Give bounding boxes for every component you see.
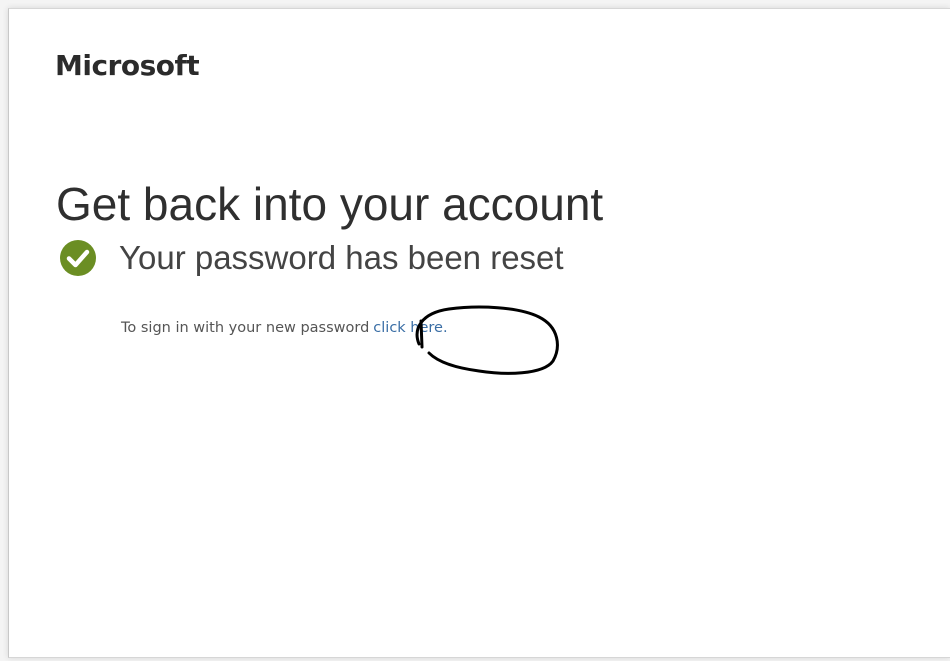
status-text: Your password has been reset bbox=[119, 239, 564, 276]
sign-in-instruction: To sign in with your new password click h… bbox=[121, 320, 448, 336]
hand-drawn-circle-annotation bbox=[415, 305, 559, 375]
page-title: Get back into your account bbox=[56, 178, 604, 230]
instruction-text: To sign in with your new password bbox=[121, 320, 370, 336]
checkmark-circle-icon bbox=[59, 239, 97, 277]
page-frame: Microsoft Get back into your account You… bbox=[8, 8, 950, 658]
microsoft-logo: Microsoft bbox=[55, 49, 200, 82]
status-message: Your password has been reset bbox=[59, 239, 564, 277]
click-here-link[interactable]: click here. bbox=[373, 320, 447, 336]
